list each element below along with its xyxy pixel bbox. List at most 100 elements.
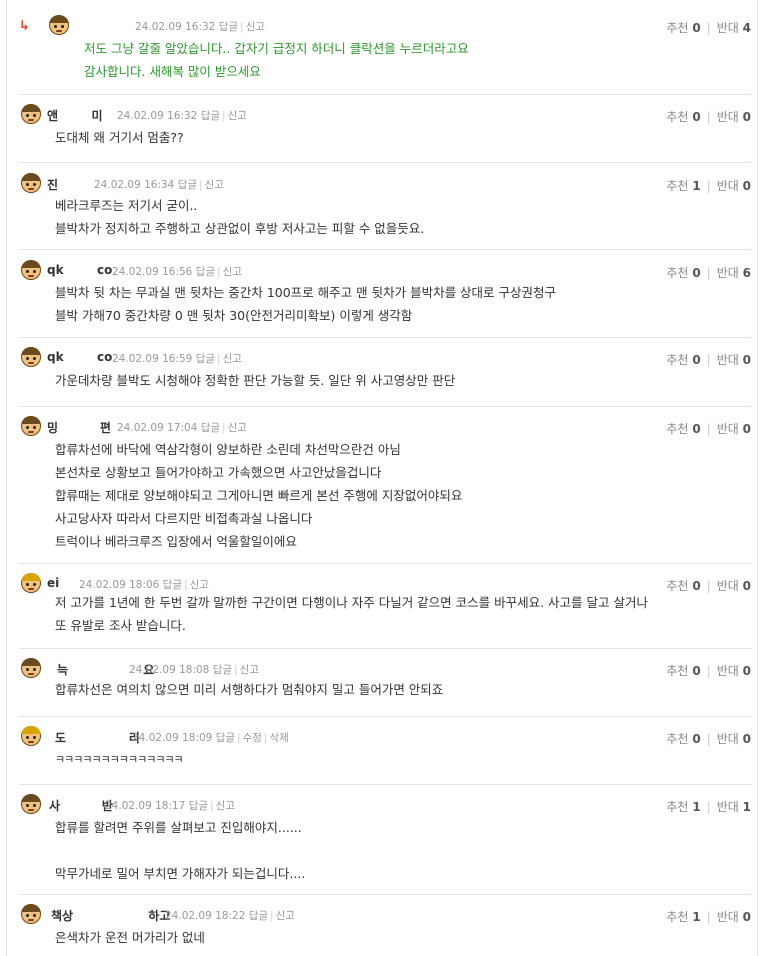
vote-box: 추천 1 | 반대 0	[666, 910, 751, 924]
avatar[interactable]	[21, 726, 41, 746]
comment-line: 본선차로 상황보고 들어가야하고 가속했으면 사고안났을겁니다	[55, 465, 382, 480]
upvote-button[interactable]: 추천 0	[666, 664, 700, 678]
comment-line: 트럭이나 베라크루즈 입장에서 억울할일이에요	[55, 534, 297, 549]
reply-link[interactable]: 답글	[189, 800, 208, 812]
comment-date-actions: 24.02.09 17:04 답글 | 신고	[117, 422, 247, 434]
reply-link[interactable]: 답글	[178, 179, 197, 191]
avatar[interactable]	[49, 15, 69, 35]
reply-link[interactable]: 답글	[196, 266, 215, 278]
comment-date: 24.02.09 18:06	[79, 579, 160, 591]
avatar[interactable]	[21, 347, 41, 367]
vote-box: 추천 0 | 반대 0	[666, 110, 751, 124]
avatar[interactable]	[21, 573, 41, 593]
report-link[interactable]: 신고	[223, 353, 242, 365]
comment-body: 저 고가를 1년에 한 두번 갈까 말까한 구간이면 다행이나 자주 다닐거 같…	[55, 591, 648, 637]
comment-date-actions: 24.02.09 16:32 답글 | 신고	[135, 21, 265, 33]
comment-nickname[interactable]: 앤 미	[47, 107, 103, 124]
comment-nickname[interactable]: 사 반	[49, 797, 113, 814]
downvote-button[interactable]: 반대 1	[717, 800, 751, 814]
comment-date-actions: 24.02.09 18:17 답글 | 신고	[105, 800, 235, 812]
downvote-button[interactable]: 반대 0	[717, 664, 751, 678]
avatar[interactable]	[21, 104, 41, 124]
downvote-button[interactable]: 반대 0	[717, 179, 751, 193]
upvote-button[interactable]: 추천 0	[666, 266, 700, 280]
avatar[interactable]	[21, 260, 41, 280]
report-link[interactable]: 신고	[223, 266, 242, 278]
delete-link[interactable]: 삭제	[269, 732, 288, 744]
upvote-button[interactable]: 추천 0	[666, 732, 700, 746]
upvote-count: 0	[692, 110, 701, 124]
downvote-count: 1	[742, 800, 751, 814]
reply-link[interactable]: 답글	[163, 579, 182, 591]
comment-body: 합류차선에 바닥에 역삼각형이 양보하란 소린데 차선막으란건 아님 본선차로 …	[55, 438, 462, 553]
report-link[interactable]: 신고	[228, 110, 247, 122]
upvote-button[interactable]: 추천 0	[666, 21, 700, 35]
comment-nickname[interactable]: ei	[47, 576, 59, 590]
downvote-button[interactable]: 반대 0	[717, 910, 751, 924]
comment-meta: 밍 편 24.02.09 17:04 답글 | 신고 추천 0 | 반대 0	[19, 416, 751, 438]
upvote-button[interactable]: 추천 0	[666, 353, 700, 367]
comment-line: 합류차선은 여의치 않으면 미리 서행하다가 멈춰야지 밀고 들어가면 안되죠	[55, 682, 444, 697]
reply-link[interactable]: 답글	[201, 110, 220, 122]
report-link[interactable]: 신고	[246, 21, 265, 33]
avatar[interactable]	[21, 904, 41, 924]
comment-nickname[interactable]: 책상 하고	[51, 907, 170, 924]
report-link[interactable]: 신고	[228, 422, 247, 434]
downvote-button[interactable]: 반대 0	[717, 732, 751, 746]
vote-box: 추천 1 | 반대 1	[666, 800, 751, 814]
report-link[interactable]: 신고	[216, 800, 235, 812]
avatar[interactable]	[21, 416, 41, 436]
upvote-count: 0	[692, 266, 701, 280]
comment-nickname[interactable]: 도 리	[55, 729, 140, 746]
report-link[interactable]: 신고	[190, 579, 209, 591]
downvote-button[interactable]: 반대 0	[717, 579, 751, 593]
reply-link[interactable]: 답글	[216, 732, 235, 744]
reply-link[interactable]: 답글	[213, 664, 232, 676]
upvote-button[interactable]: 추천 1	[666, 910, 700, 924]
edit-link[interactable]: 수정	[243, 732, 262, 744]
report-link[interactable]: 신고	[240, 664, 259, 676]
downvote-button[interactable]: 반대 0	[717, 353, 751, 367]
upvote-button[interactable]: 추천 0	[666, 422, 700, 436]
downvote-count: 0	[742, 910, 751, 924]
comment-item: qk co 24.02.09 16:59 답글 | 신고 추천 0 | 반대 0 가운데…	[19, 337, 751, 407]
upvote-count: 0	[692, 21, 701, 35]
downvote-button[interactable]: 반대 6	[717, 266, 751, 280]
avatar[interactable]	[21, 794, 41, 814]
reply-arrow-icon: ↳	[19, 19, 30, 34]
comment-line: 저도 그냥 갈줄 알았습니다.. 갑자기 급정지 하더니 클락션을 누르더라고요	[84, 41, 469, 56]
upvote-button[interactable]: 추천 0	[666, 110, 700, 124]
upvote-button[interactable]: 추천 0	[666, 579, 700, 593]
downvote-button[interactable]: 반대 4	[717, 21, 751, 35]
comment-line: 감사합니다. 새해복 많이 받으세요	[84, 64, 261, 79]
comment-meta: 도 리 24.02.09 18:09 답글 | 수정 | 삭제 추천 0 | 반대 0	[19, 726, 751, 748]
downvote-button[interactable]: 반대 0	[717, 422, 751, 436]
comment-line: 도대체 왜 거기서 멈춤??	[55, 130, 184, 145]
comment-item: 사 반 24.02.09 18:17 답글 | 신고 추천 1 | 반대 1 합류를 할…	[19, 784, 751, 895]
reply-link[interactable]: 답글	[201, 422, 220, 434]
upvote-button[interactable]: 추천 1	[666, 179, 700, 193]
comment-date: 24.02.09 16:32	[135, 21, 216, 33]
reply-link[interactable]: 답글	[249, 910, 268, 922]
downvote-count: 0	[742, 110, 751, 124]
comment-nickname[interactable]: qk co	[47, 263, 112, 277]
comment-line: 은색차가 운전 머가리가 없네	[55, 930, 205, 945]
comment-item: qk co 24.02.09 16:56 답글 | 신고 추천 0 | 반대 6 블박차…	[19, 249, 751, 338]
reply-link[interactable]: 답글	[196, 353, 215, 365]
comment-line: ㅋㅋㅋㅋㅋㅋㅋㅋㅋㅋㅋㅋㅋㅋ	[55, 753, 184, 766]
comment-line: 블박차 뒷 차는 무과실 맨 뒷차는 중간차 100프로 해주고 맨 뒷차가 블…	[55, 285, 557, 300]
report-link[interactable]: 신고	[276, 910, 295, 922]
vote-box: 추천 0 | 반대 4	[666, 21, 751, 35]
avatar[interactable]	[21, 658, 41, 678]
reply-link[interactable]: 답글	[219, 21, 238, 33]
report-link[interactable]: 신고	[205, 179, 224, 191]
comment-nickname[interactable]: qk co	[47, 350, 112, 364]
upvote-button[interactable]: 추천 1	[666, 800, 700, 814]
comment-item: 책상 하고 24.02.09 18:22 답글 | 신고 추천 1 | 반대 0 은색차…	[19, 894, 751, 956]
upvote-count: 1	[692, 910, 701, 924]
downvote-button[interactable]: 반대 0	[717, 110, 751, 124]
comment-nickname[interactable]: 밍 편	[47, 419, 111, 436]
comment-date-actions: 24.02.09 18:06 답글 | 신고	[79, 579, 209, 591]
comment-nickname[interactable]: 진	[47, 176, 58, 193]
avatar[interactable]	[21, 173, 41, 193]
